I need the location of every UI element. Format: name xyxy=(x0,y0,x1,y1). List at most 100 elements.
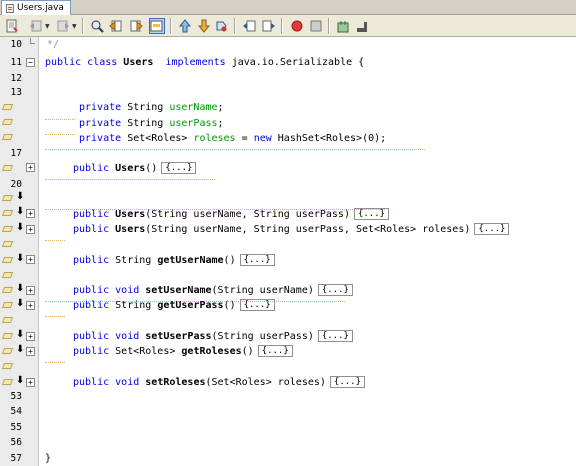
last-edit-icon[interactable] xyxy=(4,18,20,34)
field-name: userPass xyxy=(169,118,218,129)
sync-marker-icon xyxy=(1,241,14,247)
method-name: setUserPass xyxy=(145,331,212,342)
start-macro-recording-icon[interactable] xyxy=(289,18,305,34)
uncomment-icon[interactable] xyxy=(354,18,370,34)
sync-marker-icon xyxy=(1,119,14,125)
line-number: 55 xyxy=(10,422,22,433)
find-previous-icon[interactable] xyxy=(108,18,124,34)
line-number: 13 xyxy=(10,87,22,98)
folded-code-block[interactable]: {...} xyxy=(329,376,366,388)
override-arrow-icon: ⬇ xyxy=(16,298,25,309)
code-text: String xyxy=(115,255,152,266)
sync-marker-icon xyxy=(1,195,14,201)
back-icon[interactable] xyxy=(28,18,44,34)
check-syntax-icon[interactable] xyxy=(335,18,351,34)
fold-end-marker xyxy=(30,38,35,44)
code-line: } xyxy=(45,451,51,466)
fold-expand-icon[interactable]: + xyxy=(26,255,35,264)
folded-code-block[interactable]: {...} xyxy=(257,345,293,357)
fold-collapse-icon[interactable]: − xyxy=(26,58,35,67)
fold-expand-icon[interactable]: + xyxy=(26,332,35,341)
folded-code-block[interactable]: {...} xyxy=(474,223,510,235)
method-name: getRoleses xyxy=(181,346,242,357)
fold-expand-icon[interactable]: + xyxy=(26,286,35,295)
stop-macro-recording-icon[interactable] xyxy=(308,18,324,34)
whitespace-guide xyxy=(45,316,65,318)
code-editor[interactable]: 10 11 − 12 13 17 + 20 ⬇ ⬇ + ⬇ + ⬇ + ⬇ + … xyxy=(0,37,576,466)
whitespace-guide xyxy=(45,362,65,364)
whitespace-guide xyxy=(45,134,75,136)
code-text: () xyxy=(223,255,236,266)
keyword: public xyxy=(73,331,110,342)
override-arrow-icon: ⬇ xyxy=(16,329,25,340)
code-line: public class Users implements java.io.Se… xyxy=(45,55,364,70)
toolbar-separator xyxy=(328,18,330,34)
editor-gutter: 10 11 − 12 13 17 + 20 ⬇ ⬇ + ⬇ + ⬇ + ⬇ + … xyxy=(0,37,39,466)
code-text: () xyxy=(223,300,236,311)
folded-code-block[interactable]: {...} xyxy=(239,299,275,311)
fold-expand-icon[interactable]: + xyxy=(26,301,35,310)
next-bookmark-icon[interactable] xyxy=(196,18,212,34)
code-line: public Set<Roles> getRoleses() {...} xyxy=(73,344,293,359)
sync-marker-icon xyxy=(1,165,14,171)
sync-marker-icon xyxy=(1,210,14,216)
keyword: public xyxy=(73,285,110,296)
code-area[interactable]: */ public class Users implements java.io… xyxy=(39,37,576,466)
keyword: private xyxy=(79,133,122,144)
toggle-highlight-search-icon[interactable] xyxy=(149,18,165,34)
code-text: String xyxy=(115,300,152,311)
line-number: 56 xyxy=(10,437,22,448)
sync-marker-icon xyxy=(1,257,14,263)
find-selection-icon[interactable] xyxy=(89,18,105,34)
override-arrow-icon: ⬇ xyxy=(16,283,25,294)
sync-marker-icon xyxy=(1,317,14,323)
method-name: getUserPass xyxy=(157,300,224,311)
tab-users-java[interactable]: Users.java xyxy=(1,0,71,15)
fold-expand-icon[interactable]: + xyxy=(26,209,35,218)
keyword: void xyxy=(115,377,140,388)
override-arrow-icon: ⬇ xyxy=(16,191,25,202)
toolbar-separator xyxy=(170,18,172,34)
fold-expand-icon[interactable]: + xyxy=(26,347,35,356)
code-text: (String userName, String userPass, Set<R… xyxy=(145,224,471,235)
code-text: (String userPass) xyxy=(211,331,314,342)
find-next-icon[interactable] xyxy=(128,18,144,34)
shift-line-left-icon[interactable] xyxy=(241,18,257,34)
override-arrow-icon: ⬇ xyxy=(16,253,25,264)
shift-line-right-icon[interactable] xyxy=(261,18,277,34)
whitespace-guide xyxy=(45,179,215,181)
fold-expand-icon[interactable]: + xyxy=(26,163,35,172)
line-number: 10 xyxy=(10,39,22,50)
sync-marker-icon xyxy=(1,272,14,278)
folded-code-block[interactable]: {...} xyxy=(239,254,275,266)
back-dropdown-icon[interactable]: ▼ xyxy=(45,24,50,30)
method-name: Users xyxy=(115,224,146,235)
line-number: 54 xyxy=(10,406,22,417)
folded-code-block[interactable]: {...} xyxy=(317,284,353,296)
code-text: HashSet<Roles>(0); xyxy=(277,133,387,144)
folded-code-block[interactable]: {...} xyxy=(353,208,390,220)
code-text: (Set<Roles> roleses) xyxy=(205,377,326,388)
folded-code-block[interactable]: {...} xyxy=(161,162,197,174)
toggle-bookmark-icon[interactable] xyxy=(214,18,230,34)
fold-expand-icon[interactable]: + xyxy=(26,378,35,387)
toolbar-separator xyxy=(82,18,84,34)
sync-marker-icon xyxy=(1,379,14,385)
keyword: class xyxy=(87,57,118,68)
code-text: java.io.Serializable xyxy=(231,57,353,68)
sync-marker-icon xyxy=(1,333,14,339)
forward-dropdown-icon[interactable]: ▼ xyxy=(72,24,77,30)
override-arrow-icon: ⬇ xyxy=(16,344,25,355)
code-line: */ xyxy=(47,37,59,52)
code-text: Set<Roles> xyxy=(127,133,188,144)
code-line: private String userName; xyxy=(79,100,224,115)
forward-icon[interactable] xyxy=(55,18,71,34)
fold-expand-icon[interactable]: + xyxy=(26,225,35,234)
line-number: 12 xyxy=(10,73,22,84)
code-line: private Set<Roles> roleses = new HashSet… xyxy=(79,131,386,146)
folded-code-block[interactable]: {...} xyxy=(317,330,353,342)
keyword: public xyxy=(73,300,110,311)
previous-bookmark-icon[interactable] xyxy=(177,18,193,34)
keyword: public xyxy=(73,209,110,220)
sync-marker-icon xyxy=(1,302,14,308)
